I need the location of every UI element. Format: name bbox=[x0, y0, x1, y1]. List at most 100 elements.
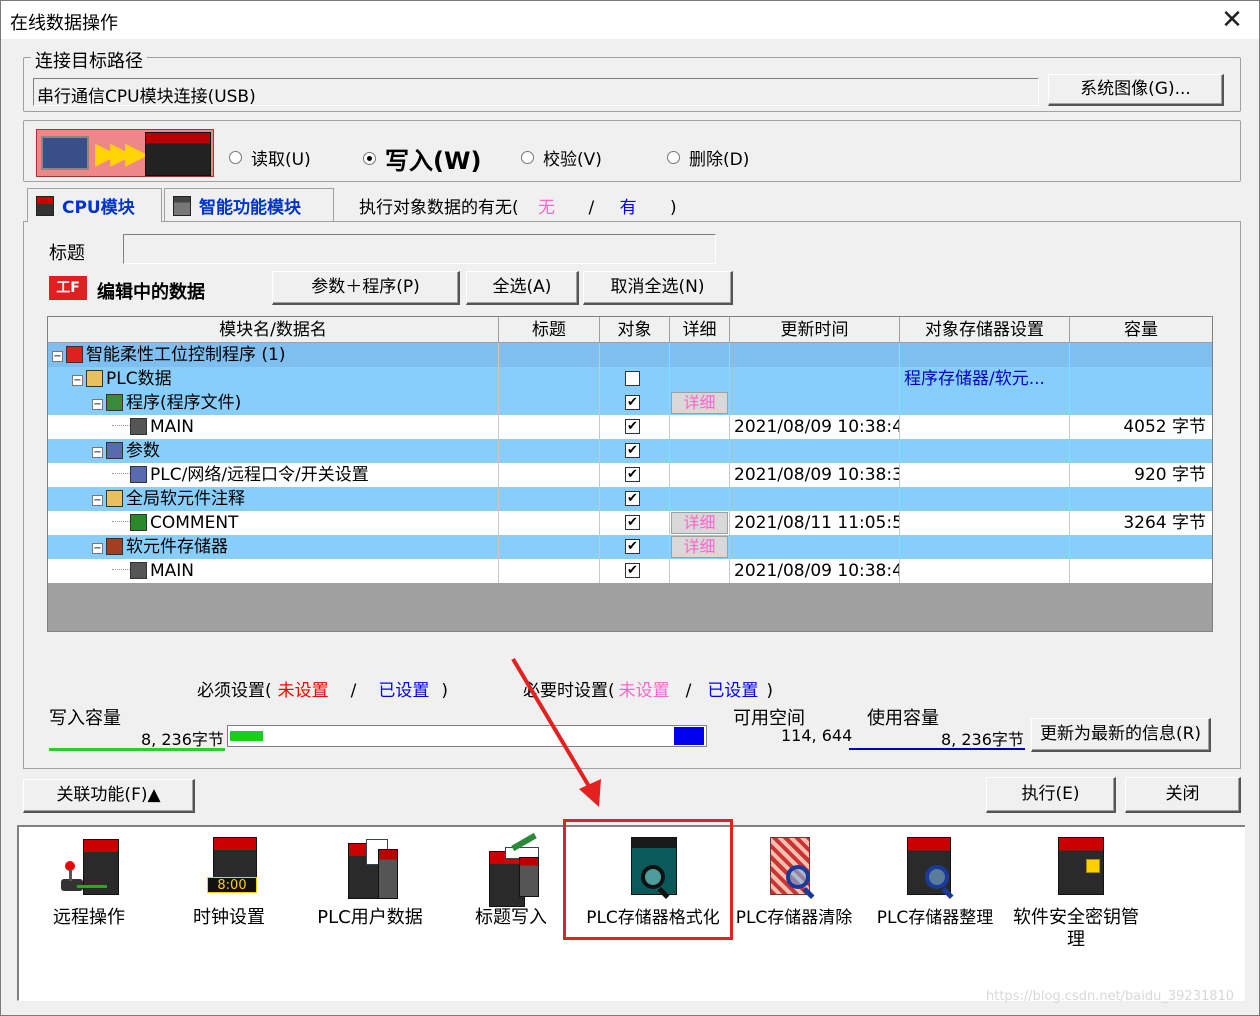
row-capacity-cell bbox=[1070, 343, 1212, 367]
close-button[interactable]: 关闭 bbox=[1125, 777, 1241, 813]
devmem-icon bbox=[106, 538, 123, 555]
tool-plc-memory-arrange-label: PLC存储器整理 bbox=[876, 908, 994, 928]
tool-remote-operation[interactable]: 远程操作 bbox=[19, 831, 159, 961]
row-name-label: 软元件存储器 bbox=[126, 537, 228, 557]
existence-suffix: ) bbox=[670, 198, 677, 218]
table-row[interactable]: − 参数 ✔ bbox=[48, 439, 1212, 463]
header-update-time[interactable]: 更新时间 bbox=[730, 317, 900, 343]
optional-sep: / bbox=[685, 681, 692, 701]
table-row[interactable]: − 智能柔性工位控制程序 (1) bbox=[48, 343, 1212, 367]
prog-icon bbox=[106, 394, 123, 411]
verify-radio[interactable]: 校验(V) bbox=[521, 145, 602, 170]
required-close: ) bbox=[441, 681, 449, 701]
cpu-module-icon bbox=[36, 195, 54, 216]
row-memory-cell bbox=[900, 415, 1070, 439]
expand-toggle-icon[interactable]: − bbox=[92, 447, 103, 458]
read-radio[interactable]: 读取(U) bbox=[229, 145, 311, 170]
detail-button[interactable]: 详细 bbox=[671, 392, 728, 414]
target-checkbox[interactable]: ✔ bbox=[625, 539, 640, 554]
row-name-cell: − PLC数据 bbox=[48, 367, 499, 391]
table-row[interactable]: MAIN 2021/08/09 10:38:40 ✔ bbox=[48, 559, 1212, 583]
required-unset: 未设置 bbox=[277, 681, 329, 701]
deselect-all-button[interactable]: 取消全选(N) bbox=[583, 271, 733, 305]
read-radio-label: 读取(U) bbox=[251, 150, 311, 170]
header-memory-setting[interactable]: 对象存储器设置 bbox=[900, 317, 1070, 343]
table-row[interactable]: PLC/网络/远程口令/开关设置 2021/08/09 10:38:39 920 字… bbox=[48, 463, 1212, 487]
table-row[interactable]: COMMENT 2021/08/11 11:05:56 3264 字节 ✔ 详细 bbox=[48, 511, 1212, 535]
tool-plc-memory-arrange[interactable]: PLC存储器整理 bbox=[865, 831, 1005, 961]
target-checkbox[interactable]: ✔ bbox=[625, 467, 640, 482]
write-capacity-label: 写入容量 bbox=[49, 708, 121, 729]
table-row[interactable]: − PLC数据 程序存储器/软元... bbox=[48, 367, 1212, 391]
row-detail-cell bbox=[670, 439, 730, 463]
title-input[interactable] bbox=[123, 234, 716, 264]
target-checkbox[interactable] bbox=[625, 371, 640, 386]
tool-security-key[interactable]: 软件安全密钥管理 bbox=[1006, 831, 1146, 961]
header-title[interactable]: 标题 bbox=[499, 317, 600, 343]
expand-toggle-icon[interactable]: − bbox=[92, 543, 103, 554]
row-memory-cell bbox=[900, 559, 1070, 583]
tool-remote-operation-label: 远程操作 bbox=[53, 907, 125, 928]
table-row[interactable]: − 软元件存储器 ✔ 详细 bbox=[48, 535, 1212, 559]
table-row[interactable]: MAIN 2021/08/09 10:38:40 4052 字节 ✔ bbox=[48, 415, 1212, 439]
expand-toggle-icon[interactable]: − bbox=[92, 399, 103, 410]
expand-toggle-icon[interactable]: − bbox=[92, 495, 103, 506]
header-detail[interactable]: 详细 bbox=[670, 317, 730, 343]
target-checkbox[interactable]: ✔ bbox=[625, 443, 640, 458]
refresh-info-button[interactable]: 更新为最新的信息(R) bbox=[1031, 718, 1211, 752]
row-title-cell bbox=[499, 463, 600, 487]
header-capacity[interactable]: 容量 bbox=[1070, 317, 1212, 343]
tool-plc-user-data[interactable]: PLC用户数据 bbox=[300, 831, 440, 961]
row-time-cell bbox=[730, 487, 900, 511]
plc-memory-arrange-icon bbox=[905, 837, 965, 900]
write-capacity-value: 8, 236字节 bbox=[141, 730, 224, 749]
row-name-cell: MAIN bbox=[48, 559, 499, 583]
tool-plc-memory-clear[interactable]: PLC存储器清除 bbox=[724, 831, 864, 961]
tab-intelligent-module[interactable]: 智能功能模块 bbox=[164, 188, 334, 222]
target-checkbox[interactable]: ✔ bbox=[625, 419, 640, 434]
header-module-name[interactable]: 模块名/数据名 bbox=[48, 317, 499, 343]
tree-connector bbox=[112, 521, 130, 522]
clock-display: 8:00 bbox=[207, 877, 257, 893]
select-all-button[interactable]: 全选(A) bbox=[466, 271, 579, 305]
detail-button[interactable]: 详细 bbox=[671, 536, 728, 558]
target-checkbox[interactable]: ✔ bbox=[625, 395, 640, 410]
row-target-cell bbox=[600, 343, 670, 367]
close-icon[interactable]: ✕ bbox=[1217, 5, 1247, 35]
tool-plc-memory-clear-label: PLC存储器清除 bbox=[735, 908, 853, 928]
required-sep: / bbox=[350, 681, 357, 701]
expand-toggle-icon[interactable]: − bbox=[72, 375, 83, 386]
row-detail-cell bbox=[670, 487, 730, 511]
delete-radio[interactable]: 删除(D) bbox=[667, 145, 749, 170]
row-memory-cell bbox=[900, 343, 1070, 367]
tree-connector bbox=[112, 473, 130, 474]
row-title-cell bbox=[499, 511, 600, 535]
table-row[interactable]: − 程序(程序文件) ✔ 详细 bbox=[48, 391, 1212, 415]
related-functions-button[interactable]: 关联功能(F)▲ bbox=[23, 779, 195, 813]
tree-connector bbox=[112, 425, 130, 426]
title-label: 标题 bbox=[49, 243, 85, 264]
row-capacity-cell: 3264 字节 bbox=[1123, 513, 1206, 533]
row-title-cell bbox=[499, 343, 600, 367]
folder-icon bbox=[86, 370, 103, 387]
detail-button[interactable]: 详细 bbox=[671, 512, 728, 534]
system-image-button[interactable]: 系统图像(G)... bbox=[1048, 74, 1224, 106]
plc-user-data-icon bbox=[340, 837, 400, 899]
expand-toggle-icon[interactable]: − bbox=[52, 351, 63, 362]
execute-button[interactable]: 执行(E) bbox=[986, 777, 1116, 813]
window-title: 在线数据操作 bbox=[10, 13, 118, 34]
target-checkbox[interactable]: ✔ bbox=[625, 515, 640, 530]
write-radio[interactable]: 写入(W) bbox=[363, 141, 481, 176]
header-target[interactable]: 对象 bbox=[600, 317, 670, 343]
write-radio-dot bbox=[363, 152, 376, 165]
param-program-button[interactable]: 参数＋程序(P) bbox=[272, 271, 460, 305]
plc-memory-clear-icon bbox=[764, 837, 824, 900]
tool-title-write[interactable]: 标题写入 bbox=[441, 831, 581, 961]
row-detail-cell bbox=[670, 463, 730, 487]
tab-cpu-module[interactable]: CPU模块 bbox=[27, 188, 162, 222]
tree-connector bbox=[112, 569, 130, 570]
target-checkbox[interactable]: ✔ bbox=[625, 563, 640, 578]
target-checkbox[interactable]: ✔ bbox=[625, 491, 640, 506]
tool-clock-setting[interactable]: 8:00 时钟设置 bbox=[159, 831, 299, 961]
table-row[interactable]: − 全局软元件注释 ✔ bbox=[48, 487, 1212, 511]
